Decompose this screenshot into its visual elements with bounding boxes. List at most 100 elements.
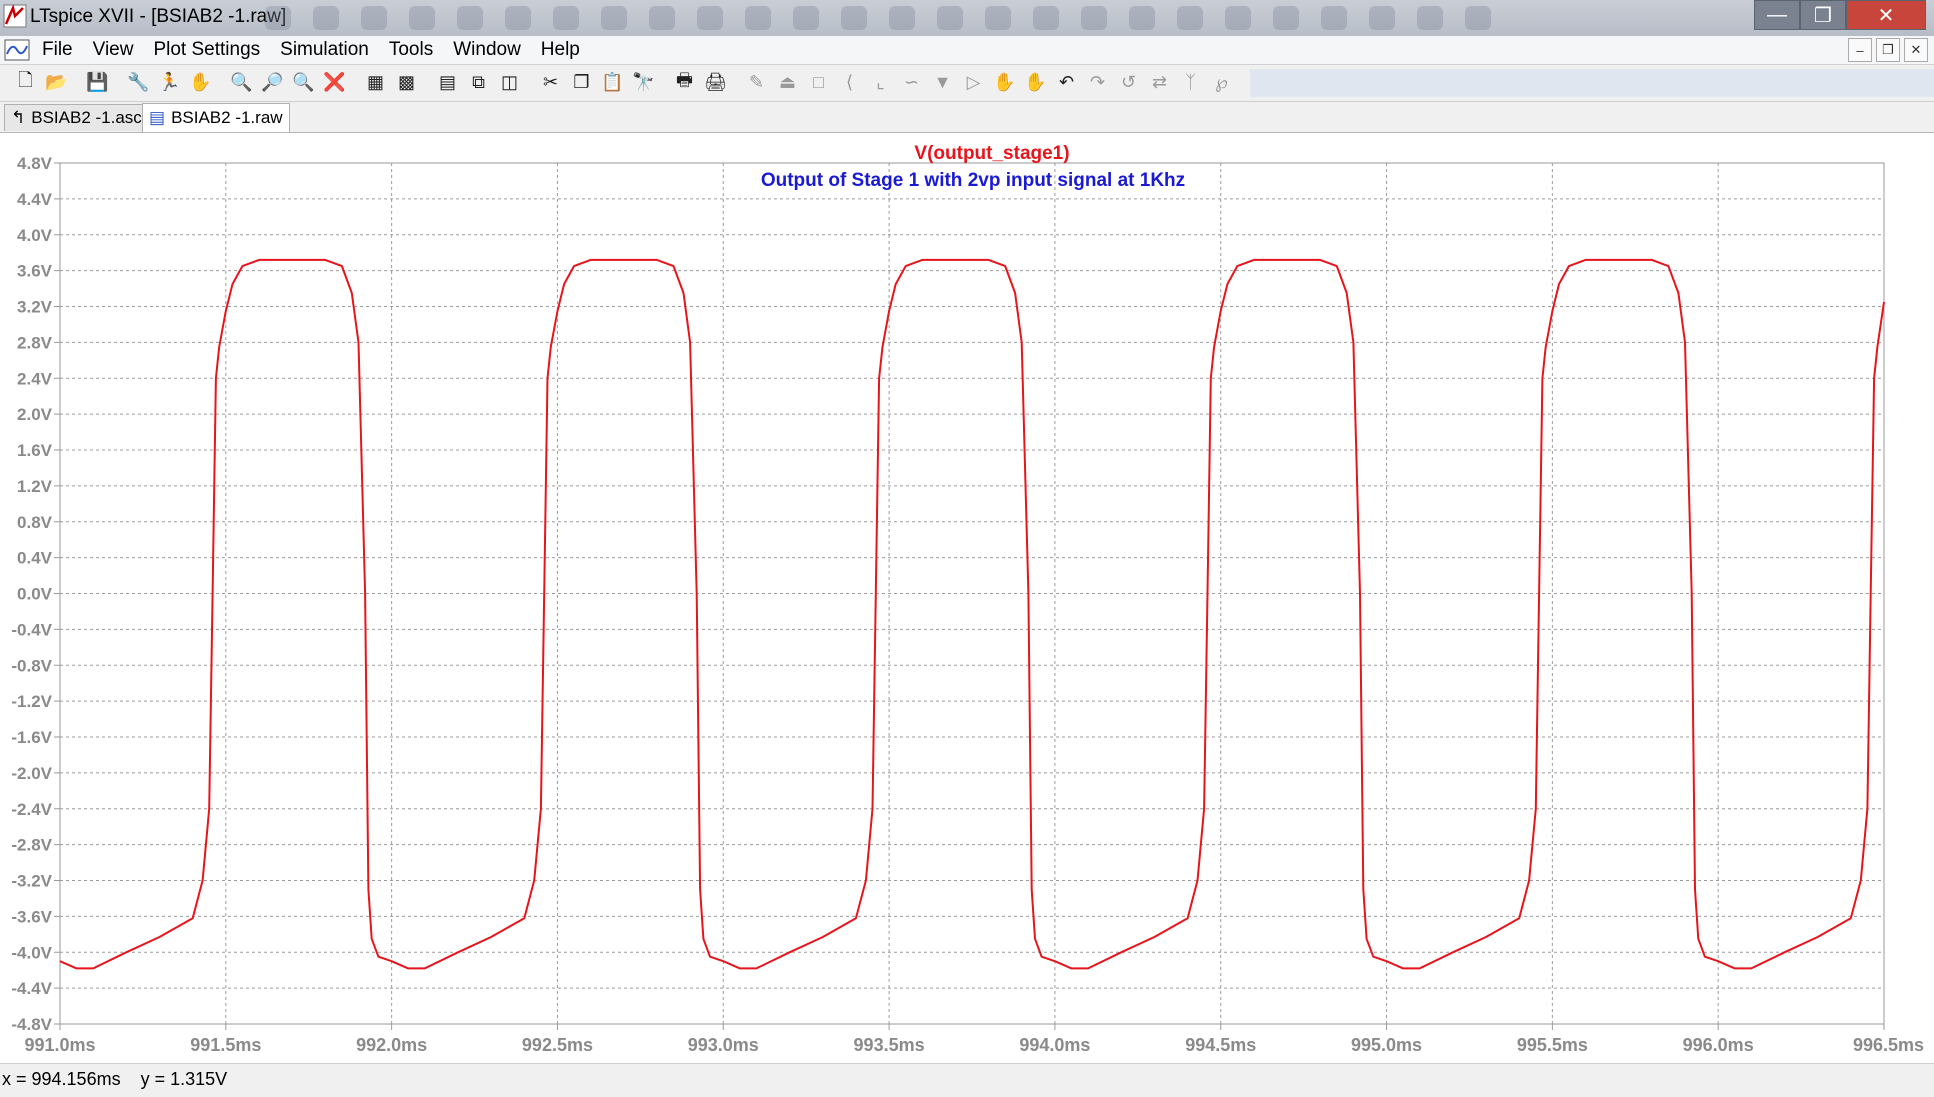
open-icon[interactable]: 📂: [43, 69, 70, 96]
undo-icon[interactable]: ↶: [1053, 69, 1080, 96]
waveform-chart[interactable]: 4.8V 4.4V 4.0V 3.6V 3.2V 2.8V 2.4V 2.0V 1.6V 1.2V…: [0, 133, 1934, 1063]
cursor-readout: x = 994.156ms y = 1.315V: [2, 1069, 228, 1089]
y-tick-label: -4.0V: [11, 943, 52, 962]
ground-icon[interactable]: ⏏: [774, 69, 801, 96]
resistor-icon[interactable]: ⟨: [836, 69, 863, 96]
component-icon[interactable]: ▷: [960, 69, 987, 96]
minimize-button[interactable]: —: [1754, 0, 1800, 30]
cut-icon[interactable]: ✂: [537, 69, 564, 96]
y-tick-label: 2.8V: [17, 333, 53, 352]
rotate-icon[interactable]: ↺: [1115, 69, 1142, 96]
diode-icon[interactable]: ▼: [929, 69, 956, 96]
y-tick-label: 4.0V: [17, 226, 53, 245]
save-icon[interactable]: 💾: [84, 69, 111, 96]
waveform-window-icon[interactable]: [4, 38, 30, 62]
tile-vertical-icon[interactable]: ◫: [496, 69, 523, 96]
menu-window[interactable]: Window: [453, 39, 531, 61]
y-tick-label: -0.4V: [11, 620, 52, 639]
y-tick-label: 1.2V: [17, 477, 53, 496]
status-bar: x = 994.156ms y = 1.315V: [0, 1063, 1934, 1097]
y-tick-label: -1.6V: [11, 728, 52, 747]
x-tick-label: 996.5ms: [1853, 1035, 1924, 1055]
tab-schematic-label: BSIAB2 -1.asc: [31, 108, 142, 127]
x-tick-label: 994.0ms: [1019, 1035, 1090, 1055]
tile-horizontal-icon[interactable]: ▤: [434, 69, 461, 96]
find-icon[interactable]: 🔭: [630, 69, 657, 96]
x-tick-label: 991.0ms: [24, 1035, 95, 1055]
copy-icon[interactable]: ❐: [568, 69, 595, 96]
x-tick-label: 992.0ms: [356, 1035, 427, 1055]
zoom-fit-icon[interactable]: ❌: [321, 69, 348, 96]
minimize-icon: —: [1767, 3, 1787, 26]
text-icon[interactable]: ᛉ: [1177, 69, 1204, 96]
autorange-icon[interactable]: ▦: [362, 69, 389, 96]
restore-button[interactable]: ❐: [1800, 0, 1846, 30]
spice-directive-icon[interactable]: ℘: [1208, 69, 1235, 96]
y-tick-label: -3.2V: [11, 872, 52, 891]
title-bar: LTspice XVII - [BSIAB2 -1.raw] — ❐ ✕: [0, 0, 1934, 36]
waveform-icon: ▤: [149, 108, 166, 127]
redo-icon[interactable]: ↷: [1084, 69, 1111, 96]
trace-label[interactable]: V(output_stage1): [914, 143, 1069, 164]
tab-waveform[interactable]: ▤ BSIAB2 -1.raw: [142, 103, 290, 132]
inductor-icon[interactable]: ∽: [898, 69, 925, 96]
menu-view[interactable]: View: [93, 39, 144, 61]
mdi-minimize-button[interactable]: –: [1848, 38, 1872, 62]
toolbar-empty-area: [1250, 69, 1934, 97]
x-tick-label: 994.5ms: [1185, 1035, 1256, 1055]
mirror-icon[interactable]: ⇄: [1146, 69, 1173, 96]
capacitor-icon[interactable]: ⌞: [867, 69, 894, 96]
label-icon[interactable]: □: [805, 69, 832, 96]
x-tick-label: 991.5ms: [190, 1035, 261, 1055]
y-tick-label: -3.6V: [11, 907, 52, 926]
document-tabs: ↰ BSIAB2 -1.asc ▤ BSIAB2 -1.raw: [0, 102, 1934, 133]
menu-help[interactable]: Help: [541, 39, 590, 61]
halt-icon[interactable]: ✋: [187, 69, 214, 96]
y-tick-label: -1.2V: [11, 692, 52, 711]
print-icon[interactable]: 🖶: [671, 69, 698, 96]
mdi-close-button[interactable]: ✕: [1904, 38, 1928, 62]
plot-annotation: Output of Stage 1 with 2vp input signal …: [761, 170, 1185, 191]
y-tick-label: 0.4V: [17, 549, 53, 568]
menu-tools[interactable]: Tools: [389, 39, 443, 61]
toolbar: 🗋 📂 💾 🔧 🏃 ✋ 🔍 🔎 🔍 ❌ ▦ ▩ ▤ ⧉ ◫ ✂ ❐ 📋 🔭 🖶 …: [0, 65, 1934, 102]
control-panel-icon[interactable]: 🔧: [125, 69, 152, 96]
mdi-restore-button[interactable]: ❐: [1876, 38, 1900, 62]
menu-file[interactable]: File: [42, 39, 83, 61]
y-tick-label: -2.4V: [11, 800, 52, 819]
menu-simulation[interactable]: Simulation: [280, 39, 379, 61]
print-preview-icon[interactable]: 🖨: [702, 69, 729, 96]
run-icon[interactable]: 🏃: [156, 69, 183, 96]
zoom-in-icon[interactable]: 🔎: [259, 69, 286, 96]
waveform-plot[interactable]: 4.8V 4.4V 4.0V 3.6V 3.2V 2.8V 2.4V 2.0V 1.6V 1.2V…: [0, 133, 1934, 1063]
zoom-area-icon[interactable]: 🔍: [228, 69, 255, 96]
ltspice-app-icon[interactable]: [3, 4, 27, 28]
move-icon[interactable]: ✋: [1022, 69, 1049, 96]
close-icon: ✕: [1877, 4, 1895, 27]
y-tick-label: 2.0V: [17, 405, 53, 424]
drag-icon[interactable]: ✋: [991, 69, 1018, 96]
tab-waveform-label: BSIAB2 -1.raw: [171, 108, 283, 127]
grid-icon[interactable]: ▩: [393, 69, 420, 96]
tab-schematic[interactable]: ↰ BSIAB2 -1.asc: [4, 104, 149, 131]
y-tick-label: 4.8V: [17, 154, 53, 173]
paste-icon[interactable]: 📋: [599, 69, 626, 96]
y-tick-label: 3.6V: [17, 262, 53, 281]
wire-icon[interactable]: ✎: [743, 69, 770, 96]
y-tick-label: -2.8V: [11, 836, 52, 855]
y-tick-label: 1.6V: [17, 441, 53, 460]
close-button[interactable]: ✕: [1846, 0, 1926, 30]
cascade-icon[interactable]: ⧉: [465, 69, 492, 96]
y-tick-label: 4.4V: [17, 190, 53, 209]
menu-bar: File View Plot Settings Simulation Tools…: [0, 36, 1934, 65]
x-tick-label: 995.5ms: [1517, 1035, 1588, 1055]
new-schematic-icon[interactable]: 🗋: [12, 69, 39, 96]
y-tick-label: 0.8V: [17, 513, 53, 532]
y-tick-label: 3.2V: [17, 298, 53, 317]
x-tick-label: 993.5ms: [854, 1035, 925, 1055]
restore-icon: ❐: [1814, 4, 1832, 27]
menu-plot-settings[interactable]: Plot Settings: [153, 39, 270, 61]
schematic-icon: ↰: [11, 108, 26, 127]
zoom-out-icon[interactable]: 🔍: [290, 69, 317, 96]
y-tick-label: -0.8V: [11, 656, 52, 675]
